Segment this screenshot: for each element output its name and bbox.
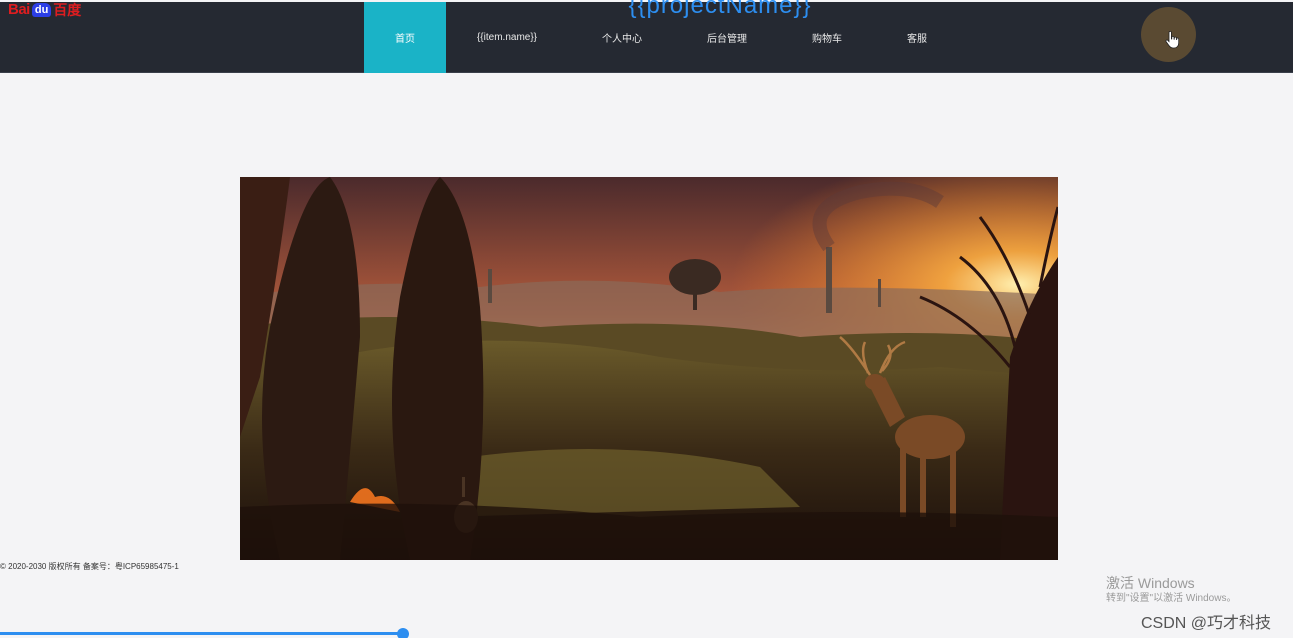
watermark-line1: 激活 Windows	[1106, 575, 1195, 591]
watermark-line2: 转到"设置"以激活 Windows。	[1106, 593, 1237, 604]
nav-item-label: 首页	[395, 34, 415, 45]
top-navbar: Bai du 百度 {{projectName}} 首页 {{item.name…	[0, 0, 1293, 73]
nav-item-cart[interactable]: 购物车	[778, 2, 876, 73]
logo-text-bai: Bai	[8, 1, 30, 18]
banner-illustration	[240, 177, 1058, 560]
nav-item-label: {{item.name}}	[476, 32, 538, 43]
windows-activation-watermark: 激活 Windows 转到"设置"以激活 Windows。	[1106, 575, 1236, 606]
progress-handle[interactable]	[397, 628, 409, 638]
nav-item-label: 后台管理	[707, 34, 747, 45]
hand-cursor-icon	[1165, 30, 1179, 48]
footer-copyright: © 2020-2030 版权所有 备案号：粤ICP65985475-1	[0, 562, 179, 571]
video-progress-bar[interactable]	[0, 632, 404, 635]
nav-item-home[interactable]: 首页	[364, 2, 446, 73]
nav-item-service[interactable]: 客服	[876, 2, 958, 73]
user-avatar[interactable]	[1141, 7, 1196, 62]
logo-text-cn: 百度	[53, 2, 82, 18]
baidu-logo[interactable]: Bai du 百度	[8, 1, 82, 19]
landscape-banner-image	[240, 177, 1058, 560]
nav-item-label: 购物车	[812, 34, 842, 45]
nav-item-dynamic[interactable]: {{item.name}}	[446, 2, 568, 73]
main-nav: 首页 {{item.name}} 个人中心 后台管理 购物车 客服	[364, 2, 958, 73]
logo-text-du: du	[31, 3, 52, 17]
nav-item-label: 客服	[907, 34, 927, 45]
nav-item-admin[interactable]: 后台管理	[676, 2, 778, 73]
page: Bai du 百度 {{projectName}} 首页 {{item.name…	[0, 0, 1293, 638]
nav-item-profile[interactable]: 个人中心	[568, 2, 676, 73]
nav-item-label: 个人中心	[602, 34, 642, 45]
csdn-watermark: CSDN @巧才科技	[1141, 615, 1272, 632]
